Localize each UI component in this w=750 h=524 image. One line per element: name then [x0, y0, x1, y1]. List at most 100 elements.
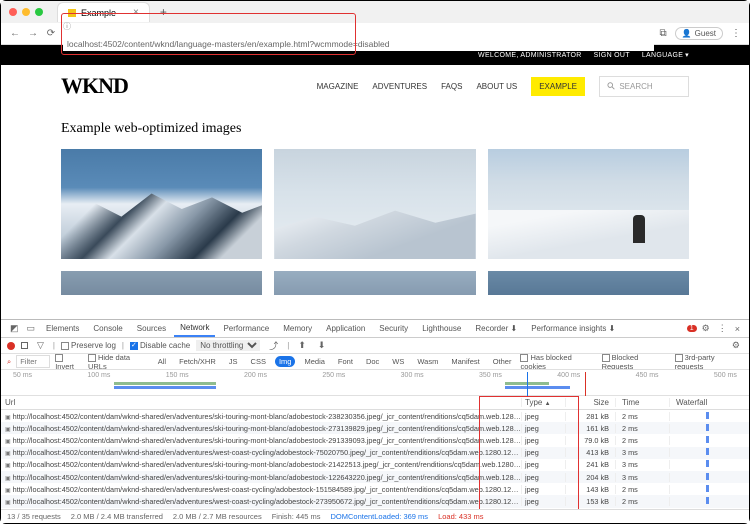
forward-button[interactable]: → — [27, 28, 39, 39]
col-type[interactable]: Type ▲ — [521, 398, 565, 407]
filter-doc[interactable]: Doc — [362, 356, 383, 367]
gear-icon[interactable]: ⚙ — [699, 323, 713, 334]
disable-cache-toggle[interactable]: Disable cache — [130, 341, 190, 350]
network-row[interactable]: ▣http://localhost:4502/content/dam/wknd-… — [1, 471, 749, 483]
blocked-cookies-toggle[interactable]: Has blocked cookies — [520, 354, 596, 370]
nav-adventures[interactable]: ADVENTURES — [372, 82, 427, 91]
col-url[interactable]: Url — [1, 398, 521, 407]
image-file-icon: ▣ — [5, 500, 11, 506]
invert-toggle[interactable]: Invert — [55, 354, 83, 370]
clear-button[interactable] — [21, 342, 28, 349]
blocked-requests-toggle[interactable]: Blocked Requests — [602, 354, 670, 370]
image-tile[interactable] — [61, 271, 262, 295]
tab-recorder[interactable]: Recorder ⬇ — [469, 321, 523, 336]
sort-asc-icon: ▲ — [545, 401, 551, 407]
reload-button[interactable]: ⟳ — [45, 28, 57, 39]
throttling-select[interactable]: No throttling — [196, 340, 260, 351]
filter-js[interactable]: JS — [225, 356, 242, 367]
tab-network[interactable]: Network — [174, 320, 215, 337]
tab-performance[interactable]: Performance — [217, 321, 275, 336]
domcontentloaded-time: DOMContentLoaded: 369 ms — [331, 512, 429, 521]
waterfall-bar — [706, 460, 709, 467]
tab-elements[interactable]: Elements — [40, 321, 85, 336]
network-timeline[interactable]: 50 ms100 ms150 ms200 ms250 ms300 ms350 m… — [1, 370, 749, 396]
profile-button[interactable]: 👤Guest — [675, 27, 723, 40]
site-logo[interactable]: WKND — [61, 73, 128, 99]
close-devtools-icon[interactable]: × — [732, 324, 743, 334]
device-toggle-icon[interactable]: ▭ — [24, 323, 39, 334]
tab-sources[interactable]: Sources — [131, 321, 172, 336]
filter-wasm[interactable]: Wasm — [413, 356, 442, 367]
devtools-panel: ◩ ▭ Elements Console Sources Network Per… — [1, 319, 749, 523]
inspect-icon[interactable]: ◩ — [7, 323, 22, 334]
upload-icon[interactable]: ⬆ — [295, 340, 309, 351]
network-row[interactable]: ▣http://localhost:4502/content/dam/wknd-… — [1, 410, 749, 422]
hide-dataurls-toggle[interactable]: Hide data URLs — [88, 354, 149, 370]
filter-css[interactable]: CSS — [247, 356, 270, 367]
extensions-icon[interactable]: ⧉ — [660, 28, 667, 39]
waterfall-bar — [706, 485, 709, 492]
image-tile[interactable] — [61, 149, 262, 259]
filter-manifest[interactable]: Manifest — [447, 356, 483, 367]
timeline-tick: 250 ms — [322, 372, 345, 379]
nav-example[interactable]: EXAMPLE — [531, 77, 585, 96]
record-button[interactable] — [7, 342, 15, 350]
network-row[interactable]: ▣http://localhost:4502/content/dam/wknd-… — [1, 422, 749, 434]
filter-ws[interactable]: WS — [388, 356, 408, 367]
maximize-window-icon[interactable] — [35, 8, 43, 16]
image-tile[interactable] — [274, 271, 475, 295]
filter-all[interactable]: All — [154, 356, 170, 367]
network-row[interactable]: ▣http://localhost:4502/content/dam/wknd-… — [1, 447, 749, 459]
network-row[interactable]: ▣http://localhost:4502/content/dam/wknd-… — [1, 495, 749, 507]
timeline-tick: 450 ms — [636, 372, 659, 379]
col-waterfall[interactable]: Waterfall — [669, 398, 749, 407]
network-row[interactable]: ▣http://localhost:4502/content/dam/wknd-… — [1, 483, 749, 495]
filter-media[interactable]: Media — [300, 356, 328, 367]
col-time[interactable]: Time — [615, 398, 669, 407]
search-input[interactable]: SEARCH — [599, 76, 689, 97]
filter-other[interactable]: Other — [489, 356, 516, 367]
thirdparty-toggle[interactable]: 3rd-party requests — [675, 354, 743, 370]
network-row[interactable]: ▣http://localhost:4502/content/dam/wknd-… — [1, 508, 749, 510]
menu-icon[interactable]: ⋮ — [731, 28, 741, 39]
filter-xhr[interactable]: Fetch/XHR — [175, 356, 220, 367]
load-time: Load: 433 ms — [438, 512, 483, 521]
image-tile[interactable] — [274, 149, 475, 259]
wifi-icon[interactable]: ⤴ — [266, 339, 281, 352]
minimize-window-icon[interactable] — [22, 8, 30, 16]
back-button[interactable]: ← — [9, 28, 21, 39]
col-size[interactable]: Size — [565, 398, 615, 407]
network-row[interactable]: ▣http://localhost:4502/content/dam/wknd-… — [1, 434, 749, 446]
tab-application[interactable]: Application — [320, 321, 371, 336]
timeline-tick: 350 ms — [479, 372, 502, 379]
tab-console[interactable]: Console — [87, 321, 128, 336]
error-badge[interactable]: 1 — [687, 325, 697, 332]
nav-faqs[interactable]: FAQS — [441, 82, 462, 91]
filter-input[interactable] — [16, 355, 50, 368]
signout-link[interactable]: SIGN OUT — [594, 52, 630, 59]
finish-time: Finish: 445 ms — [272, 512, 321, 521]
filter-img[interactable]: Img — [275, 356, 296, 367]
filter-icon[interactable]: ⌕ — [7, 357, 11, 367]
tab-memory[interactable]: Memory — [277, 321, 318, 336]
requests-count: 13 / 35 requests — [7, 512, 61, 521]
filter-toggle-icon[interactable]: ▽ — [34, 340, 47, 351]
address-bar[interactable] — [63, 37, 654, 51]
preserve-log-toggle[interactable]: Preserve log — [61, 341, 116, 350]
image-tile[interactable] — [488, 271, 689, 295]
site-info-icon[interactable]: ⓘ — [63, 22, 71, 31]
network-row[interactable]: ▣http://localhost:4502/content/dam/wknd-… — [1, 459, 749, 471]
tab-security[interactable]: Security — [373, 321, 414, 336]
nav-magazine[interactable]: MAGAZINE — [317, 82, 359, 91]
settings-gear-icon[interactable]: ⚙ — [729, 340, 743, 351]
language-menu[interactable]: LANGUAGE ▾ — [642, 51, 689, 59]
filter-font[interactable]: Font — [334, 356, 357, 367]
close-window-icon[interactable] — [9, 8, 17, 16]
tab-insights[interactable]: Performance insights ⬇ — [525, 321, 621, 336]
download-icon[interactable]: ⬇ — [315, 340, 329, 351]
tab-lighthouse[interactable]: Lighthouse — [416, 321, 467, 336]
more-icon[interactable]: ⋮ — [715, 323, 730, 334]
image-tile[interactable] — [488, 149, 689, 259]
image-file-icon: ▣ — [5, 451, 11, 457]
nav-about[interactable]: ABOUT US — [476, 82, 517, 91]
